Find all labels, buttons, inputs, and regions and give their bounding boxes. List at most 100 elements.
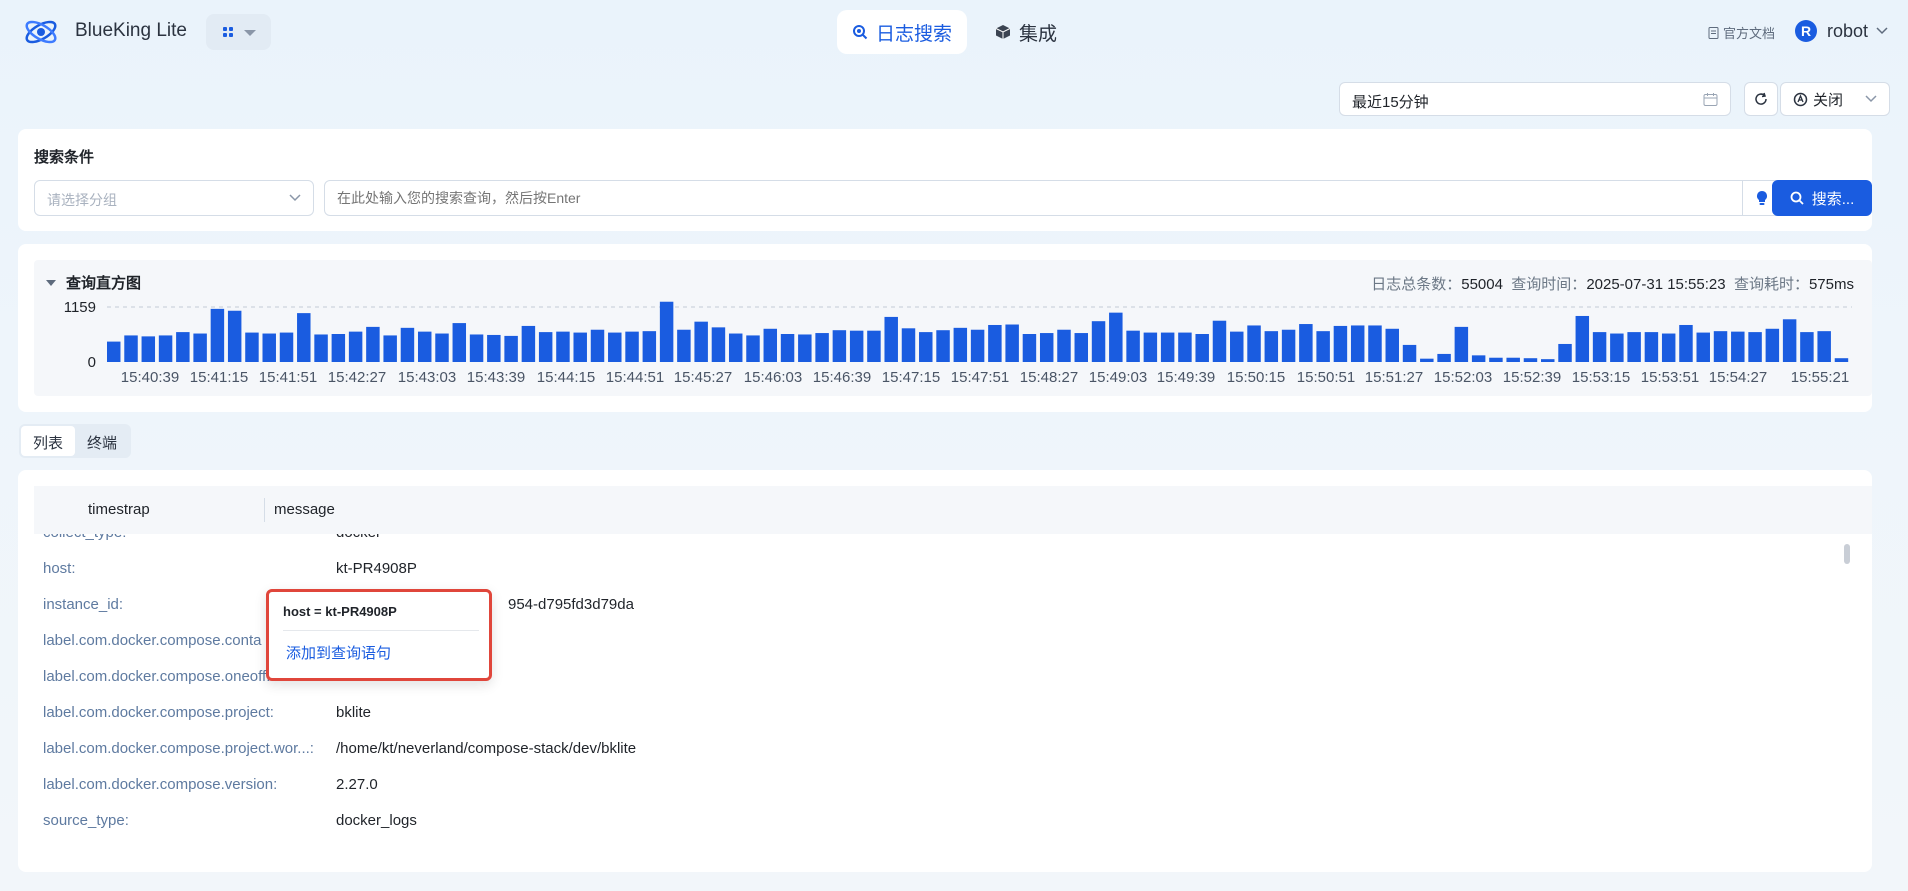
histogram-bar[interactable] <box>642 331 657 362</box>
histogram-bar[interactable] <box>1817 331 1831 362</box>
histogram-bar[interactable] <box>711 327 726 362</box>
histogram-bar[interactable] <box>1022 334 1037 362</box>
histogram-bar[interactable] <box>1834 358 1849 362</box>
histogram-bar[interactable] <box>504 335 518 362</box>
histogram-bar[interactable] <box>279 332 294 362</box>
histogram-bar[interactable] <box>659 301 674 362</box>
histogram-bar[interactable] <box>988 324 1002 362</box>
histogram-bar[interactable] <box>1558 343 1572 362</box>
histogram-bar[interactable] <box>1627 332 1641 362</box>
histogram-bar[interactable] <box>780 334 795 362</box>
histogram-bar[interactable] <box>435 333 449 362</box>
field-value[interactable]: bklite <box>336 704 371 721</box>
histogram-bar[interactable] <box>1316 331 1330 362</box>
histogram-bar[interactable] <box>677 329 691 362</box>
histogram-bar[interactable] <box>936 330 950 362</box>
histogram-bar[interactable] <box>694 321 708 362</box>
histogram-bar[interactable] <box>1281 329 1296 362</box>
histogram-bar[interactable] <box>1541 359 1555 362</box>
histogram-bar[interactable] <box>348 331 363 362</box>
histogram-bar[interactable] <box>124 335 138 362</box>
histogram-bar[interactable] <box>193 333 207 362</box>
column-header-timestrap[interactable]: timestrap <box>88 501 150 518</box>
histogram-bar[interactable] <box>1333 325 1348 362</box>
histogram-bar[interactable] <box>608 332 622 362</box>
field-value[interactable]: 954-d795fd3d79da <box>508 596 634 613</box>
histogram-bar[interactable] <box>590 329 605 362</box>
histogram-bar[interactable] <box>798 334 812 362</box>
histogram-bar[interactable] <box>1506 357 1520 362</box>
histogram-bar[interactable] <box>901 328 916 362</box>
histogram-bar[interactable] <box>1039 333 1054 362</box>
histogram-bar[interactable] <box>1679 324 1693 362</box>
histogram-bar[interactable] <box>867 330 881 362</box>
histogram-bar[interactable] <box>487 334 501 362</box>
histogram-bar[interactable] <box>452 323 467 362</box>
histogram-bar[interactable] <box>1230 331 1244 362</box>
tab-list[interactable]: 列表 <box>21 426 76 456</box>
histogram-bar[interactable] <box>1523 358 1538 362</box>
scrollbar[interactable] <box>1844 544 1850 564</box>
histogram-bar[interactable] <box>573 332 587 362</box>
histogram-bar[interactable] <box>1765 328 1780 362</box>
histogram-bar[interactable] <box>1212 320 1227 362</box>
field-value[interactable]: /home/kt/neverland/compose-stack/dev/bkl… <box>336 740 636 757</box>
histogram-bar[interactable] <box>832 330 847 362</box>
histogram-bar[interactable] <box>538 332 553 362</box>
histogram-bar[interactable] <box>1299 324 1313 362</box>
field-value[interactable]: docker_logs <box>336 812 417 829</box>
histogram-bar[interactable] <box>884 316 898 362</box>
histogram-bar[interactable] <box>1644 332 1659 362</box>
histogram-bar[interactable] <box>1489 357 1503 362</box>
histogram-bar[interactable] <box>919 332 933 362</box>
histogram-bar[interactable] <box>763 328 778 362</box>
histogram-bar[interactable] <box>970 329 985 362</box>
histogram-bar[interactable] <box>1091 321 1106 362</box>
histogram-bar[interactable] <box>1454 326 1469 362</box>
histogram-bar[interactable] <box>1368 325 1382 362</box>
histogram-bar[interactable] <box>210 308 225 362</box>
histogram-bar[interactable] <box>331 334 346 362</box>
histogram-bar[interactable] <box>1800 332 1814 362</box>
add-to-query-link[interactable]: 添加到查询语句 <box>286 642 391 663</box>
histogram-bar[interactable] <box>417 331 432 362</box>
histogram-bar[interactable] <box>1713 331 1728 362</box>
histogram-bar[interactable] <box>400 327 415 362</box>
histogram-bar[interactable] <box>1610 333 1624 362</box>
histogram-bar[interactable] <box>815 333 829 362</box>
histogram-bar[interactable] <box>1592 332 1607 362</box>
histogram-bar[interactable] <box>366 326 380 362</box>
histogram-bar[interactable] <box>1178 332 1192 362</box>
histogram-bar[interactable] <box>1731 331 1745 362</box>
histogram-bar[interactable] <box>1420 358 1434 362</box>
histogram-bar[interactable] <box>728 333 743 362</box>
histogram-bar[interactable] <box>314 334 328 362</box>
histogram-bar[interactable] <box>1247 325 1261 362</box>
histogram-bar[interactable] <box>1402 344 1417 362</box>
histogram-bar[interactable] <box>1575 315 1590 362</box>
tab-terminal[interactable]: 终端 <box>75 426 129 456</box>
histogram-bar[interactable] <box>1782 319 1797 362</box>
histogram-bar[interactable] <box>1195 334 1209 362</box>
histogram-bar[interactable] <box>1748 332 1762 362</box>
histogram-bar[interactable] <box>297 313 311 362</box>
histogram-bar[interactable] <box>1005 324 1019 362</box>
histogram-bar[interactable] <box>1126 330 1140 362</box>
histogram-bar[interactable] <box>245 332 259 362</box>
histogram-bar[interactable] <box>1057 329 1071 362</box>
histogram-bar[interactable] <box>107 341 121 362</box>
histogram-bar[interactable] <box>1143 332 1158 362</box>
histogram-bar[interactable] <box>746 335 760 362</box>
histogram-bar[interactable] <box>1661 333 1676 362</box>
histogram-bar[interactable] <box>1109 312 1123 362</box>
field-value[interactable]: docker <box>336 534 381 541</box>
histogram-bar[interactable] <box>227 310 242 362</box>
histogram-bar[interactable] <box>1471 355 1486 362</box>
field-value[interactable]: kt-PR4908P <box>336 560 417 577</box>
column-divider[interactable] <box>264 498 265 522</box>
histogram-bar[interactable] <box>521 325 536 362</box>
field-value[interactable]: 2.27.0 <box>336 776 378 793</box>
histogram-bar[interactable] <box>176 332 190 362</box>
histogram-bar[interactable] <box>158 335 173 362</box>
histogram-bar[interactable] <box>469 334 484 362</box>
